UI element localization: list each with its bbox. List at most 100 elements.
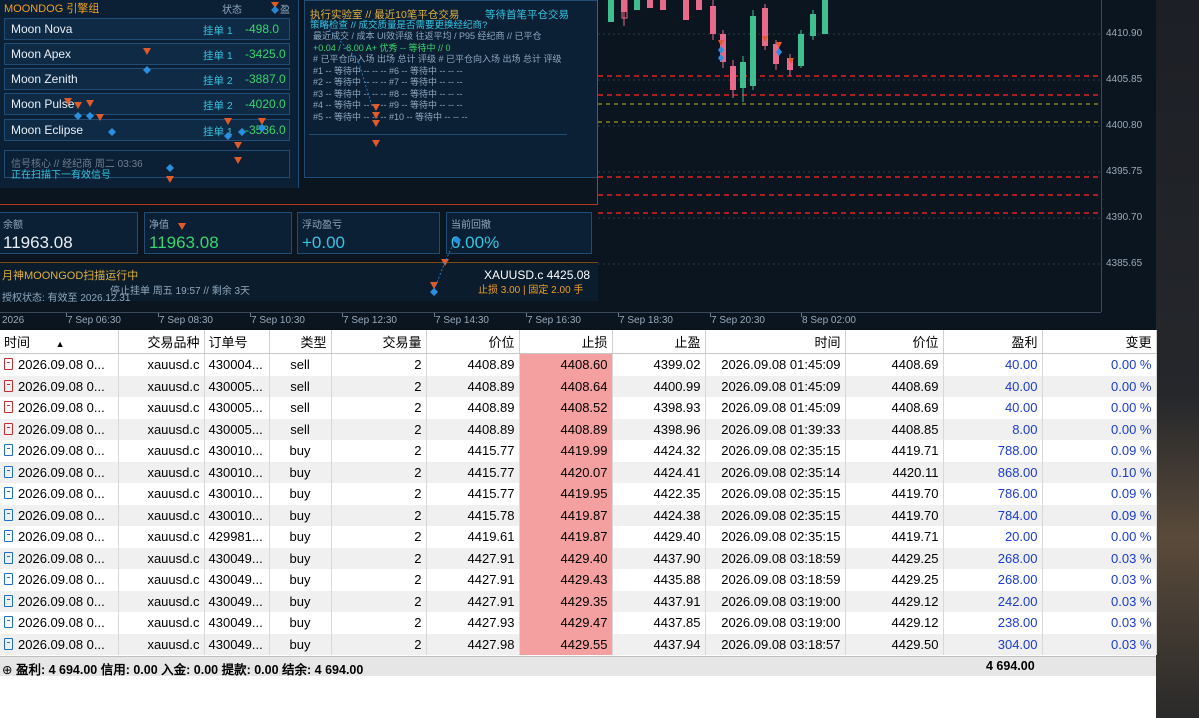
- price-label: 4400.80: [1106, 120, 1143, 131]
- cell-volume: 2: [331, 569, 427, 591]
- col-header-symbol[interactable]: 交易品种: [118, 330, 205, 354]
- cell-open-price: 4408.89: [426, 397, 520, 419]
- cell-type: buy: [269, 633, 332, 655]
- cell-change: 0.10 %: [1042, 461, 1157, 483]
- sell-order-icon: [4, 379, 13, 392]
- col-header-close-time[interactable]: 时间: [705, 330, 846, 354]
- table-header-row: 时间 ▲ 交易品种 订单号 类型 交易量 价位 止损 止盈 时间 价位 盈利 变…: [0, 330, 1157, 354]
- table-row[interactable]: 2026.09.08 0... xauusd.c 430010... buy 2 4415…: [0, 440, 1157, 462]
- col-header-take-profit[interactable]: 止盈: [612, 330, 706, 354]
- table-row[interactable]: 2026.09.08 0... xauusd.c 430010... buy 2 4415…: [0, 504, 1157, 526]
- table-row[interactable]: 2026.09.08 0... xauusd.c 430004... sell 2 440…: [0, 353, 1157, 376]
- trade-history-table[interactable]: 时间 ▲ 交易品种 订单号 类型 交易量 价位 止损 止盈 时间 价位 盈利 变…: [0, 330, 1157, 676]
- trade-marker-sell-icon: [178, 223, 449, 289]
- price-chart[interactable]: [598, 0, 1101, 312]
- cell-open-price: 4415.77: [426, 440, 520, 462]
- col-header-type[interactable]: 类型: [269, 330, 332, 354]
- cell-close-price: 4419.71: [845, 526, 944, 548]
- cell-type: sell: [269, 397, 332, 419]
- cell-take-profit: 4429.40: [612, 526, 706, 548]
- account-summary-bar: ⊕ 盈利: 4 694.00 信用: 0.00 入金: 0.00 提款: 0.0…: [0, 656, 1156, 677]
- cell-stop-loss: 4419.87: [519, 526, 613, 548]
- cell-type: buy: [269, 612, 332, 634]
- cell-symbol: xauusd.c: [118, 461, 205, 483]
- desktop-background: [1156, 0, 1199, 718]
- summary-profit: 4 694.00: [986, 659, 1035, 673]
- cell-close-price: 4408.69: [845, 375, 944, 397]
- cell-close-time: 2026.09.08 03:19:00: [705, 590, 846, 612]
- table-row[interactable]: 2026.09.08 0... xauusd.c 430005... sell 2 440…: [0, 375, 1157, 397]
- cell-symbol: xauusd.c: [118, 418, 205, 440]
- trade-marker-sell-icon: [166, 118, 266, 183]
- trade-marker-sell-icon: [143, 48, 151, 74]
- grid: [598, 33, 1101, 265]
- table-row[interactable]: 2026.09.08 0... xauusd.c 430010... buy 2 4415…: [0, 461, 1157, 483]
- col-header-open-time[interactable]: 时间 ▲: [0, 330, 119, 354]
- cell-open-price: 4427.91: [426, 590, 520, 612]
- cell-take-profit: 4437.85: [612, 612, 706, 634]
- expand-icon[interactable]: ⊕: [2, 663, 16, 677]
- cell-symbol: xauusd.c: [118, 547, 205, 569]
- chart-area[interactable]: MOONDOG 引擎组 状态 盈利 Moon Nova 挂单 1 -498.0 …: [0, 0, 1156, 330]
- col-header-open-price[interactable]: 价位: [426, 330, 520, 354]
- time-label: 7 Sep 20:30: [711, 315, 765, 326]
- table-row[interactable]: 2026.09.08 0... xauusd.c 430005... sell 2 440…: [0, 397, 1157, 419]
- cell-close-time: 2026.09.08 03:18:59: [705, 547, 846, 569]
- table-row[interactable]: 2026.09.08 0... xauusd.c 430049... buy 2 4427…: [0, 633, 1157, 655]
- cell-order: 430005...: [204, 418, 270, 440]
- col-header-volume[interactable]: 交易量: [331, 330, 427, 354]
- trade-marker-buy-icon: [74, 112, 116, 136]
- cell-open-time: 2026.09.08 0...: [0, 418, 119, 440]
- cell-close-time: 2026.09.08 01:45:09: [705, 375, 846, 397]
- sell-order-icon: [4, 358, 13, 371]
- cell-close-time: 2026.09.08 02:35:15: [705, 526, 846, 548]
- cell-profit: 304.00: [943, 633, 1043, 655]
- cell-close-price: 4419.71: [845, 440, 944, 462]
- cell-change: 0.00 %: [1042, 526, 1157, 548]
- cell-close-time: 2026.09.08 03:19:00: [705, 612, 846, 634]
- cell-volume: 2: [331, 483, 427, 505]
- table-row[interactable]: 2026.09.08 0... xauusd.c 430010... buy 2 4415…: [0, 483, 1157, 505]
- cell-take-profit: 4435.88: [612, 569, 706, 591]
- buy-order-icon: [4, 465, 13, 478]
- cell-profit: 40.00: [943, 397, 1043, 419]
- cell-profit: 268.00: [943, 547, 1043, 569]
- table-row[interactable]: 2026.09.08 0... xauusd.c 430049... buy 2 4427…: [0, 547, 1157, 569]
- table-row[interactable]: 2026.09.08 0... xauusd.c 429981... buy 2 4419…: [0, 526, 1157, 548]
- cell-open-price: 4408.89: [426, 353, 520, 376]
- cell-order: 430049...: [204, 612, 270, 634]
- time-axis[interactable]: 2026 7 Sep 06:30 7 Sep 08:30 7 Sep 10:30…: [0, 312, 1101, 330]
- cell-take-profit: 4437.90: [612, 547, 706, 569]
- col-header-order[interactable]: 订单号: [204, 330, 270, 354]
- cell-close-price: 4429.12: [845, 612, 944, 634]
- cell-order: 430005...: [204, 375, 270, 397]
- price-axis[interactable]: 4410.90 4405.85 4400.80 4395.75 4390.70 …: [1101, 0, 1156, 312]
- col-header-change[interactable]: 变更: [1042, 330, 1157, 354]
- table-row[interactable]: 2026.09.08 0... xauusd.c 430049... buy 2 4427…: [0, 569, 1157, 591]
- table-row[interactable]: 2026.09.08 0... xauusd.c 430049... buy 2 4427…: [0, 612, 1157, 634]
- price-label: 4385.65: [1106, 258, 1143, 269]
- cell-open-time: 2026.09.08 0...: [0, 612, 119, 634]
- cell-take-profit: 4422.35: [612, 483, 706, 505]
- time-label: 2026: [2, 315, 25, 326]
- table-row[interactable]: 2026.09.08 0... xauusd.c 430049... buy 2 4427…: [0, 590, 1157, 612]
- cell-volume: 2: [331, 590, 427, 612]
- col-header-profit[interactable]: 盈利: [943, 330, 1043, 354]
- trade-marker-sell-icon: [271, 2, 279, 14]
- cell-take-profit: 4437.94: [612, 633, 706, 655]
- cell-stop-loss: 4419.99: [519, 440, 613, 462]
- cell-symbol: xauusd.c: [118, 633, 205, 655]
- buy-order-icon: [4, 530, 13, 543]
- cell-take-profit: 4398.93: [612, 397, 706, 419]
- cell-order: 430010...: [204, 440, 270, 462]
- col-header-close-price[interactable]: 价位: [845, 330, 944, 354]
- cell-volume: 2: [331, 612, 427, 634]
- table-row[interactable]: 2026.09.08 0... xauusd.c 430005... sell 2 440…: [0, 418, 1157, 440]
- cell-take-profit: 4398.96: [612, 418, 706, 440]
- cell-symbol: xauusd.c: [118, 353, 205, 376]
- cell-take-profit: 4400.99: [612, 375, 706, 397]
- cell-type: buy: [269, 590, 332, 612]
- cell-type: buy: [269, 483, 332, 505]
- col-header-stop-loss[interactable]: 止损: [519, 330, 613, 354]
- cell-open-time: 2026.09.08 0...: [0, 590, 119, 612]
